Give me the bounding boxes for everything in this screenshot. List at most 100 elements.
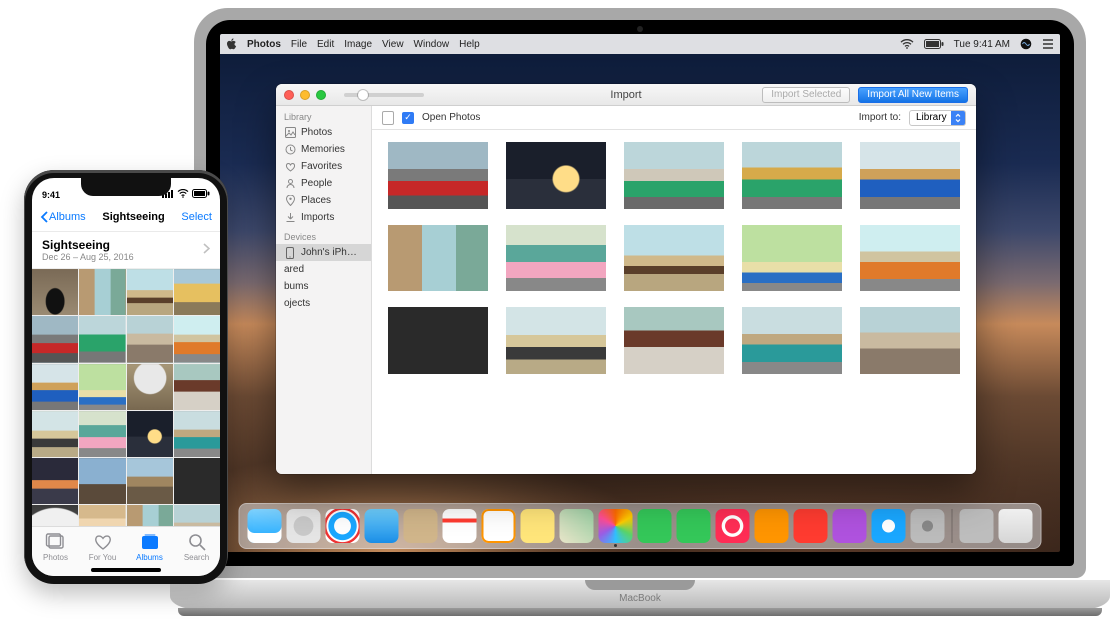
dock-contacts-icon[interactable] [404,509,438,543]
album-header[interactable]: Sightseeing Dec 26 – Aug 25, 2016 [32,232,220,269]
grid-cell[interactable] [32,458,78,504]
import-thumbnail[interactable] [388,307,488,374]
dock-trash-icon[interactable] [999,509,1033,543]
grid-cell[interactable] [127,411,173,457]
dock-appstore-icon[interactable] [872,509,906,543]
sidebar-section-devices: Devices [276,230,371,244]
sidebar-item-albums[interactable]: bums [276,278,371,295]
grid-cell[interactable] [32,505,78,526]
window-traffic-lights[interactable] [276,90,326,100]
thumbnail-size-slider[interactable] [344,93,424,97]
close-icon[interactable] [284,90,294,100]
sidebar-item-shared[interactable]: ared [276,261,371,278]
menu-window[interactable]: Window [414,39,450,50]
grid-cell[interactable] [79,411,125,457]
import-thumbnail[interactable] [624,142,724,209]
import-thumbnail[interactable] [860,142,960,209]
grid-cell[interactable] [79,505,125,526]
import-thumbnail[interactable] [742,142,842,209]
grid-cell[interactable] [79,269,125,315]
menu-file[interactable]: File [291,39,307,50]
import-thumbnail[interactable] [624,307,724,374]
import-thumbnail[interactable] [624,225,724,292]
import-thumbnail[interactable] [388,225,488,292]
sidebar-item-memories[interactable]: Memories [276,141,371,158]
import-thumbnail[interactable] [742,307,842,374]
menubar-app-name[interactable]: Photos [247,39,281,50]
siri-icon[interactable] [1020,38,1032,50]
select-button[interactable]: Select [181,211,212,223]
home-indicator[interactable] [91,568,161,572]
sidebar-item-imports[interactable]: Imports [276,209,371,226]
import-all-button[interactable]: Import All New Items [858,87,968,103]
dock-maps-icon[interactable] [560,509,594,543]
dock-mail-icon[interactable] [365,509,399,543]
grid-cell[interactable] [174,364,220,410]
grid-cell[interactable] [174,316,220,362]
grid-cell[interactable] [174,505,220,526]
notification-center-icon[interactable] [1042,39,1054,49]
grid-cell[interactable] [174,458,220,504]
sidebar-item-places[interactable]: Places [276,192,371,209]
import-thumbnail[interactable] [860,225,960,292]
grid-cell[interactable] [127,505,173,526]
import-thumbnail[interactable] [506,307,606,374]
tab-foryou[interactable]: For You [79,527,126,568]
import-thumbnail[interactable] [506,225,606,292]
dock-systemprefs-icon[interactable] [911,509,945,543]
import-selected-button[interactable]: Import Selected [762,87,850,103]
open-photos-checkbox[interactable]: ✓ [402,112,414,124]
dock-launchpad-icon[interactable] [287,509,321,543]
dock-downloads-icon[interactable] [960,509,994,543]
zoom-icon[interactable] [316,90,326,100]
import-thumbnail[interactable] [388,142,488,209]
dock-photos-icon[interactable] [599,509,633,543]
sidebar-item-favorites[interactable]: Favorites [276,158,371,175]
dock-books-icon[interactable] [755,509,789,543]
grid-cell[interactable] [79,458,125,504]
minimize-icon[interactable] [300,90,310,100]
apple-menu-icon[interactable] [226,38,237,50]
grid-cell[interactable] [32,364,78,410]
dock-itunes-icon[interactable] [716,509,750,543]
menu-image[interactable]: Image [344,39,372,50]
grid-cell[interactable] [32,411,78,457]
tab-albums[interactable]: Albums [126,527,173,568]
grid-cell[interactable] [32,316,78,362]
dock-news-icon[interactable] [794,509,828,543]
grid-cell[interactable] [174,269,220,315]
grid-cell[interactable] [127,364,173,410]
window-title: Import [610,89,641,101]
dock-notes-icon[interactable] [521,509,555,543]
dock-messages-icon[interactable] [638,509,672,543]
wifi-icon[interactable] [900,39,914,49]
dock-reminders-icon[interactable] [482,509,516,543]
sidebar-item-projects[interactable]: ojects [276,295,371,312]
grid-cell[interactable] [127,316,173,362]
dock-calendar-icon[interactable] [443,509,477,543]
menu-view[interactable]: View [382,39,404,50]
grid-cell[interactable] [79,364,125,410]
grid-cell[interactable] [174,411,220,457]
menu-edit[interactable]: Edit [317,39,334,50]
grid-cell[interactable] [127,458,173,504]
import-thumbnail[interactable] [860,307,960,374]
tab-search[interactable]: Search [173,527,220,568]
back-button[interactable]: Albums [40,211,86,223]
menubar-clock[interactable]: Tue 9:41 AM [954,39,1010,50]
menu-help[interactable]: Help [459,39,480,50]
grid-cell[interactable] [79,316,125,362]
dock-facetime-icon[interactable] [677,509,711,543]
sidebar-item-photos[interactable]: Photos [276,124,371,141]
battery-icon[interactable] [924,39,944,49]
sidebar-item-device[interactable]: John's iPh… [276,244,371,261]
dock-finder-icon[interactable] [248,509,282,543]
import-thumbnail[interactable] [506,142,606,209]
dock-podcasts-icon[interactable] [833,509,867,543]
grid-cell[interactable] [127,269,173,315]
sidebar-item-people[interactable]: People [276,175,371,192]
tab-photos[interactable]: Photos [32,527,79,568]
import-thumbnail[interactable] [742,225,842,292]
dock-safari-icon[interactable] [326,509,360,543]
grid-cell[interactable] [32,269,78,315]
